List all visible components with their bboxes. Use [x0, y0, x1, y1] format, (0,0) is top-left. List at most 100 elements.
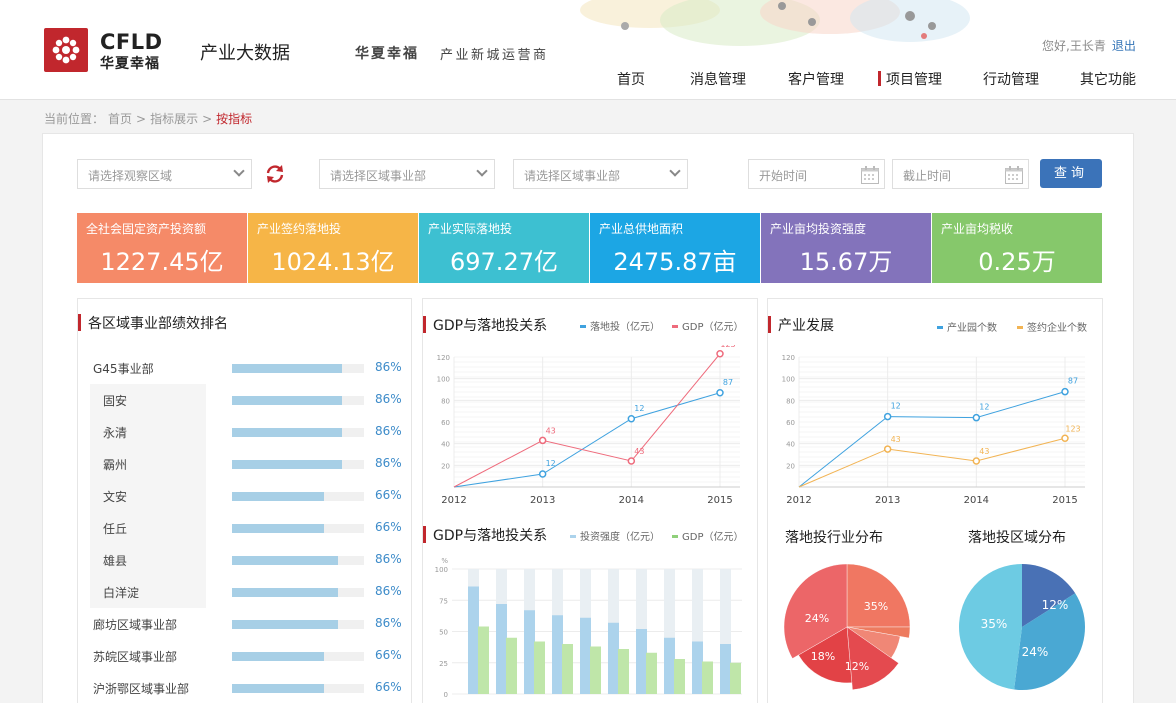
chart3-legend-item[interactable]: 签约企业个数: [1017, 319, 1087, 334]
ranking-row-name: 霸州: [103, 458, 128, 472]
ranking-row-percent: 66%: [375, 488, 402, 502]
area-select-value: 请选择观察区域: [88, 169, 173, 183]
y-tick-label: 75: [439, 597, 448, 605]
x-tick-label: 2015: [1052, 495, 1077, 506]
y-tick-label: 20: [441, 462, 450, 470]
start-date-input[interactable]: 开始时间: [748, 159, 885, 189]
chart1-legend-item[interactable]: GDP（亿元）: [672, 318, 743, 333]
nav-home[interactable]: 首页: [617, 69, 645, 89]
gdp-line-chart: 120 100 80 60 40 20 2012 2013 2014 2015 12 12 87 43 43…: [437, 345, 740, 506]
ranking-row[interactable]: 沪浙鄂区域事业部 66%: [0, 672, 410, 703]
metric-value: 15.67万: [799, 248, 893, 276]
chart3-legend-item[interactable]: 产业园个数: [937, 319, 997, 334]
breadcrumb-separator: >: [136, 112, 147, 126]
breadcrumb-indicators[interactable]: 指标展示: [150, 112, 198, 126]
bar-gdp: [534, 641, 545, 694]
ranking-row[interactable]: 固安 86%: [0, 384, 410, 416]
industry-line-chart: 120 100 80 60 40 20 2012 2013 2014 2015 12 12 87 43 43…: [782, 354, 1085, 506]
nav-projects[interactable]: 项目管理: [878, 69, 942, 89]
calendar-icon[interactable]: [1004, 165, 1024, 185]
pie-slice: [846, 563, 911, 628]
legend-swatch: [580, 324, 586, 328]
y-tick-label: 120: [782, 354, 795, 362]
data-label: 12: [546, 459, 556, 468]
data-label: 87: [1068, 377, 1078, 386]
bar-gdp: [646, 652, 657, 694]
metric-card-actual-invest[interactable]: 产业实际落地投 697.27亿: [419, 213, 589, 283]
bar-invest: [552, 615, 563, 694]
ranking-row[interactable]: 雄县 86%: [0, 544, 410, 576]
data-label: 43: [891, 435, 901, 444]
ranking-row[interactable]: 苏皖区域事业部 66%: [0, 640, 410, 672]
user-greeting: 您好,王长青: [1042, 39, 1106, 53]
pie-slice-label: 12%: [1042, 598, 1069, 612]
ranking-row-percent: 66%: [375, 520, 402, 534]
chart2-legend-item[interactable]: GDP（亿元）: [672, 528, 743, 543]
ranking-row[interactable]: 任丘 66%: [0, 512, 410, 544]
metric-label: 产业亩均税收: [941, 222, 1014, 236]
user-info: 您好,王长青 退出: [1042, 37, 1136, 54]
bar-gdp: [702, 661, 713, 694]
ranking-row[interactable]: 霸州 86%: [0, 448, 410, 480]
bar-invest: [496, 604, 507, 694]
ranking-row[interactable]: 白洋淀 86%: [0, 576, 410, 608]
nav-other[interactable]: 其它功能: [1080, 69, 1136, 89]
ranking-row[interactable]: 廊坊区域事业部 86%: [0, 608, 410, 640]
y-tick-label: 100: [437, 376, 450, 384]
ranking-row[interactable]: 文安 66%: [0, 480, 410, 512]
metric-card-tax[interactable]: 产业亩均税收 0.25万: [932, 213, 1102, 283]
ranking-progress-track: [232, 364, 364, 373]
bar-gdp: [618, 649, 629, 694]
chevron-down-icon: [669, 165, 681, 177]
bar-gdp: [590, 646, 601, 694]
nav-actions[interactable]: 行动管理: [983, 69, 1039, 89]
ranking-progress-fill: [232, 620, 338, 629]
division-select-1[interactable]: 请选择区域事业部: [319, 159, 495, 189]
bar-gdp: [730, 662, 741, 694]
bar-invest: [720, 644, 731, 694]
bar-invest: [664, 637, 675, 694]
chart3-title: 产业发展: [768, 315, 834, 335]
pie1-title: 落地投行业分布: [785, 530, 883, 546]
query-button[interactable]: 查询: [1040, 159, 1102, 188]
division-select-2[interactable]: 请选择区域事业部: [513, 159, 688, 189]
metric-card-signed-invest[interactable]: 产业签约落地投 1024.13亿: [248, 213, 418, 283]
x-tick-label: 2014: [619, 495, 644, 506]
data-label: 12: [891, 402, 901, 411]
logout-link[interactable]: 退出: [1112, 39, 1136, 53]
y-tick-label: 60: [441, 419, 450, 427]
ranking-row[interactable]: G45事业部 86%: [0, 352, 410, 384]
ranking-row[interactable]: 永清 86%: [0, 416, 410, 448]
breadcrumb-home[interactable]: 首页: [108, 112, 132, 126]
ranking-progress-track: [232, 620, 364, 629]
metric-card-fixed-asset[interactable]: 全社会固定资产投资额 1227.45亿: [77, 213, 247, 283]
metric-value: 1024.13亿: [271, 248, 395, 276]
area-select[interactable]: 请选择观察区域: [77, 159, 252, 189]
end-date-input[interactable]: 截止时间: [892, 159, 1029, 189]
bar-gdp: [674, 659, 685, 694]
chart1-legend-item[interactable]: 落地投（亿元）: [580, 318, 660, 333]
refresh-icon[interactable]: [264, 163, 286, 185]
company-logo[interactable]: [44, 28, 88, 72]
data-point: [627, 457, 636, 465]
bar-gdp: [478, 626, 489, 694]
region-pie-chart: 12% 24% 35%: [958, 564, 1085, 690]
calendar-icon[interactable]: [860, 165, 880, 185]
chart2-legend-item[interactable]: 投资强度（亿元）: [570, 528, 660, 543]
y-tick-label: 80: [786, 397, 795, 405]
pie-slice-label: 18%: [811, 650, 835, 663]
x-tick-label: 2012: [786, 495, 811, 506]
bar-invest: [636, 629, 647, 694]
nav-customers[interactable]: 客户管理: [788, 69, 844, 89]
ranking-row-percent: 86%: [375, 392, 402, 406]
metric-card-invest-intensity[interactable]: 产业亩均投资强度 15.67万: [761, 213, 931, 283]
y-tick-label: 100: [782, 376, 795, 384]
metric-card-land-area[interactable]: 产业总供地面积 2475.87亩: [590, 213, 760, 283]
nav-messages[interactable]: 消息管理: [690, 69, 746, 89]
ranking-progress-track: [232, 524, 364, 533]
pie-slice-label: 35%: [981, 617, 1008, 631]
bar-gdp: [562, 644, 573, 694]
app-header: CFLD 华夏幸福 产业大数据 华夏幸福 产业新城运营商 您好,王长青 退出 首页…: [0, 0, 1176, 100]
ranking-progress-track: [232, 588, 364, 597]
pie-slice-label: 24%: [805, 612, 829, 625]
